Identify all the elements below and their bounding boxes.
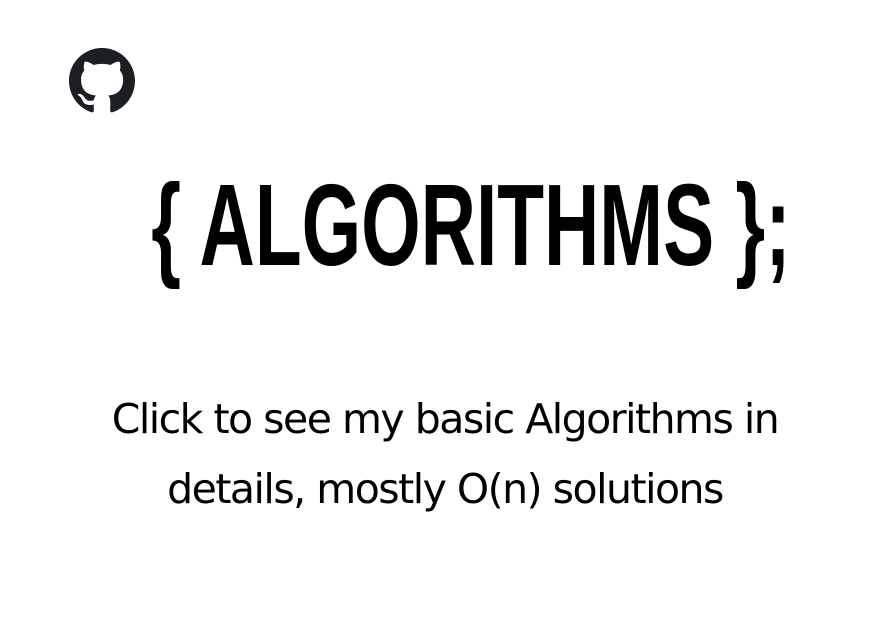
github-link[interactable] [69, 48, 135, 114]
page-title: { ALGORITHMS }; [151, 160, 791, 290]
github-icon [69, 48, 135, 113]
description-line-2: details, mostly O(n) solutions [167, 465, 724, 513]
landing-page: { ALGORITHMS }; Click to see my basic Al… [0, 0, 890, 624]
algorithms-description-link[interactable]: Click to see my basic Algorithms in deta… [40, 384, 850, 524]
description-line-1: Click to see my basic Algorithms in [111, 395, 780, 443]
